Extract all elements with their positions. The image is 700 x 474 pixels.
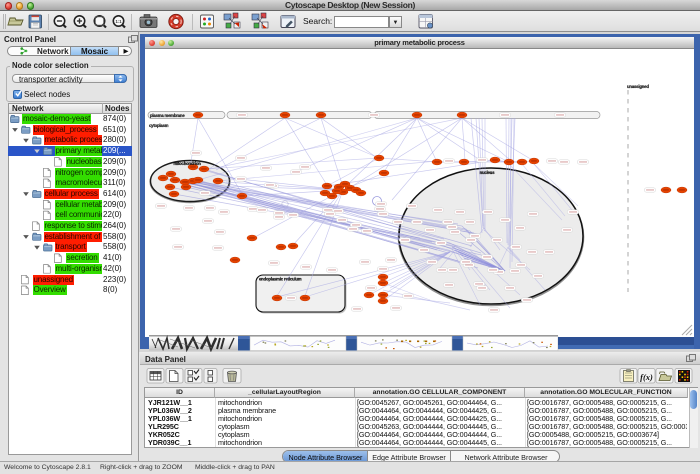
svg-text:endoplasmic reticulum: endoplasmic reticulum [259, 277, 302, 282]
svg-text:f(x): f(x) [640, 372, 653, 382]
svg-text:nucleus: nucleus [480, 170, 496, 175]
svg-text:cytoplasm: cytoplasm [149, 123, 169, 128]
svg-text:unassigned: unassigned [627, 84, 649, 89]
svg-text:mitochondrion: mitochondrion [173, 161, 201, 166]
svg-text:plasma membrane: plasma membrane [150, 113, 185, 118]
